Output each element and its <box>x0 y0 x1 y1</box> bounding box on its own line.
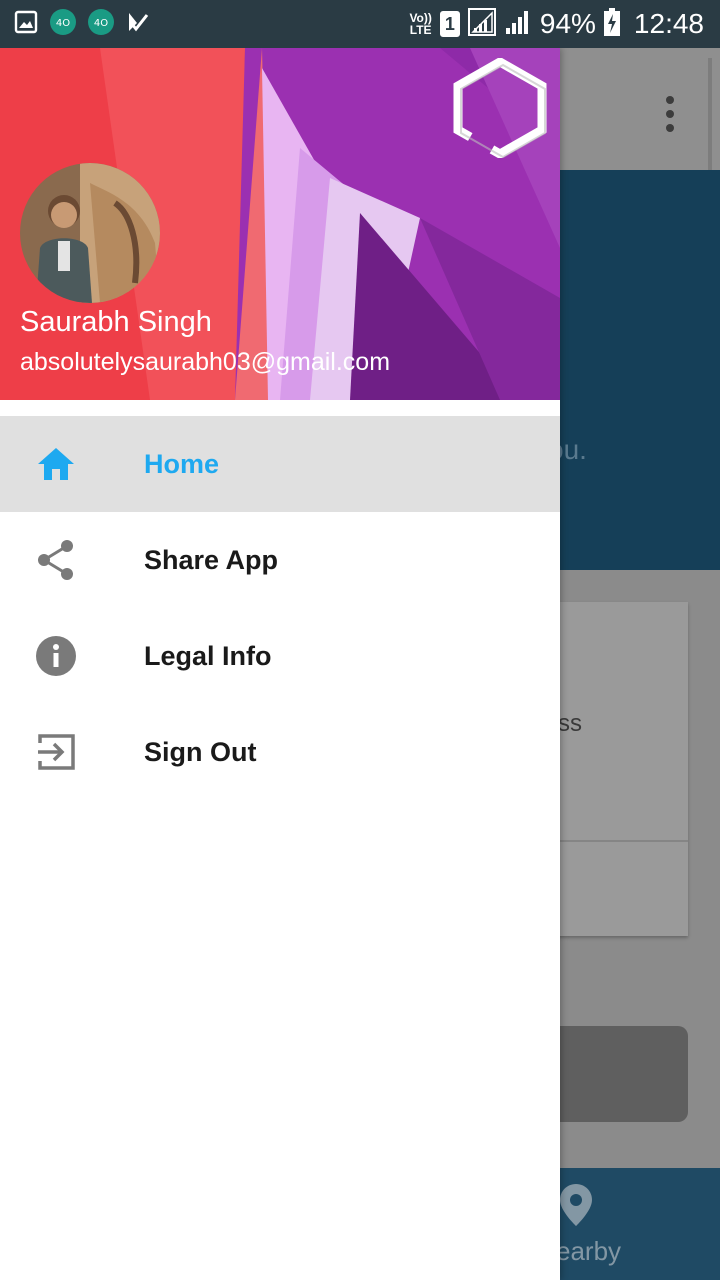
menu-label-legal-info: Legal Info <box>144 640 272 671</box>
app-logo-icon <box>452 56 548 162</box>
battery-percent: 94% <box>539 8 596 39</box>
battery-charging-icon <box>603 8 620 40</box>
signal-icon <box>504 8 532 40</box>
clock: 12:48 <box>633 8 704 39</box>
menu-item-legal-info[interactable]: Legal Info <box>0 608 560 704</box>
nav-label-nearby[interactable]: earby <box>556 1236 621 1267</box>
play-store-icon <box>126 10 150 38</box>
sign-out-icon <box>36 732 76 772</box>
navigation-drawer: Saurabh Singh absolutelysaurabh03@gmail.… <box>0 48 560 1280</box>
volte-indicator: Vo)) LTE <box>409 11 432 37</box>
card-text: ss <box>558 710 582 737</box>
signal-icon <box>467 8 496 40</box>
status-bar: 4O 4O Vo)) LTE 1 94% 12:48 <box>0 0 720 48</box>
avatar[interactable] <box>20 163 160 303</box>
menu-label-sign-out: Sign Out <box>144 736 257 767</box>
sim-indicator: 1 <box>439 11 460 37</box>
drawer-menu: Home Share App Legal Info Sign Out <box>0 416 560 800</box>
notification-app-icon: 4O <box>88 9 114 39</box>
drawer-header: Saurabh Singh absolutelysaurabh03@gmail.… <box>0 48 560 400</box>
notification-app-icon: 4O <box>50 9 76 39</box>
menu-item-share-app[interactable]: Share App <box>0 512 560 608</box>
user-email: absolutelysaurabh03@gmail.com <box>20 348 391 376</box>
gallery-icon <box>14 10 38 38</box>
home-icon <box>36 444 76 484</box>
menu-item-sign-out[interactable]: Sign Out <box>0 704 560 800</box>
user-name: Saurabh Singh <box>20 306 212 338</box>
svg-text:4O: 4O <box>56 18 70 29</box>
menu-label-share-app: Share App <box>144 544 279 575</box>
overflow-menu-icon[interactable] <box>664 96 676 136</box>
share-icon <box>36 540 76 580</box>
location-pin-icon[interactable] <box>560 1184 592 1230</box>
menu-item-home[interactable]: Home <box>0 416 560 512</box>
info-icon <box>36 636 76 676</box>
menu-label-home: Home <box>144 448 220 479</box>
svg-text:4O: 4O <box>94 18 108 29</box>
